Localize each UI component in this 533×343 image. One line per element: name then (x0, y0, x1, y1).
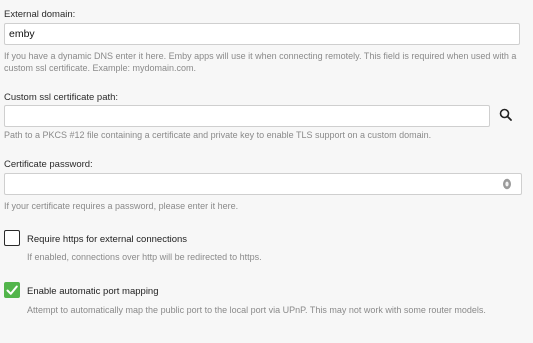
certificate-password-label: Certificate password: (4, 159, 93, 170)
search-icon[interactable] (496, 105, 516, 125)
external-domain-label: External domain: (4, 9, 76, 20)
checkmark-icon (6, 285, 18, 295)
port-mapping-label[interactable]: Enable automatic port mapping (27, 286, 159, 297)
ssl-certificate-label: Custom ssl certificate path: (4, 92, 119, 103)
require-https-label[interactable]: Require https for external connections (27, 234, 187, 245)
require-https-checkbox[interactable] (4, 230, 20, 246)
certificate-password-input[interactable] (4, 173, 522, 195)
ssl-certificate-input[interactable] (4, 105, 490, 127)
external-domain-input[interactable]: emby (4, 23, 520, 45)
external-domain-help: If you have a dynamic DNS enter it here.… (4, 51, 517, 73)
ssl-certificate-help: Path to a PKCS #12 file containing a cer… (4, 130, 432, 140)
eye-icon[interactable] (500, 177, 514, 191)
certificate-password-help: If your certificate requires a password,… (4, 201, 239, 211)
port-mapping-checkbox[interactable] (4, 282, 20, 298)
require-https-help: If enabled, connections over http will b… (27, 252, 262, 262)
port-mapping-help: Attempt to automatically map the public … (27, 305, 486, 315)
